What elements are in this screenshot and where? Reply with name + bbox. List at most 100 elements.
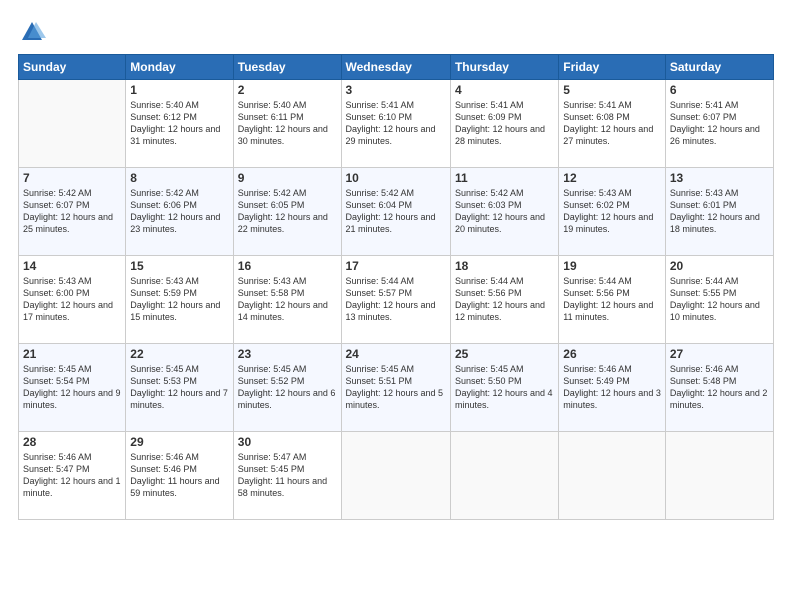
day-number: 23 xyxy=(238,347,337,361)
cell-info: Sunrise: 5:43 AM Sunset: 5:59 PM Dayligh… xyxy=(130,275,228,324)
day-number: 13 xyxy=(670,171,769,185)
calendar-cell: 30Sunrise: 5:47 AM Sunset: 5:45 PM Dayli… xyxy=(233,432,341,520)
calendar-cell: 21 Sunrise: 5:45 AM Sunset: 5:54 PM Dayli… xyxy=(19,344,126,432)
cell-content: 2Sunrise: 5:40 AM Sunset: 6:11 PM Daylig… xyxy=(238,83,337,148)
cell-content: 18 Sunrise: 5:44 AM Sunset: 5:56 PM Dayli… xyxy=(455,259,554,324)
header-day-thursday: Thursday xyxy=(450,55,558,80)
cell-info: Sunrise: 5:43 AM Sunset: 5:58 PM Dayligh… xyxy=(238,275,337,324)
calendar-cell: 11Sunrise: 5:42 AM Sunset: 6:03 PM Dayli… xyxy=(450,168,558,256)
header-day-friday: Friday xyxy=(559,55,666,80)
cell-info: Sunrise: 5:46 AM Sunset: 5:47 PM Dayligh… xyxy=(23,451,121,500)
cell-content: 20Sunrise: 5:44 AM Sunset: 5:55 PM Dayli… xyxy=(670,259,769,324)
cell-content: 5 Sunrise: 5:41 AM Sunset: 6:08 PM Daylig… xyxy=(563,83,661,148)
calendar-cell: 13Sunrise: 5:43 AM Sunset: 6:01 PM Dayli… xyxy=(665,168,773,256)
calendar-cell: 23 Sunrise: 5:45 AM Sunset: 5:52 PM Dayli… xyxy=(233,344,341,432)
calendar-cell xyxy=(341,432,450,520)
day-number: 15 xyxy=(130,259,228,273)
day-number: 22 xyxy=(130,347,228,361)
cell-info: Sunrise: 5:45 AM Sunset: 5:51 PM Dayligh… xyxy=(346,363,446,412)
calendar: SundayMondayTuesdayWednesdayThursdayFrid… xyxy=(18,54,774,520)
day-number: 11 xyxy=(455,171,554,185)
cell-content: 27 Sunrise: 5:46 AM Sunset: 5:48 PM Dayli… xyxy=(670,347,769,412)
day-number: 8 xyxy=(130,171,228,185)
calendar-cell: 19Sunrise: 5:44 AM Sunset: 5:56 PM Dayli… xyxy=(559,256,666,344)
cell-content: 21 Sunrise: 5:45 AM Sunset: 5:54 PM Dayli… xyxy=(23,347,121,412)
calendar-cell: 10Sunrise: 5:42 AM Sunset: 6:04 PM Dayli… xyxy=(341,168,450,256)
day-number: 27 xyxy=(670,347,769,361)
header-day-tuesday: Tuesday xyxy=(233,55,341,80)
calendar-cell: 25Sunrise: 5:45 AM Sunset: 5:50 PM Dayli… xyxy=(450,344,558,432)
cell-content: 13Sunrise: 5:43 AM Sunset: 6:01 PM Dayli… xyxy=(670,171,769,236)
cell-info: Sunrise: 5:45 AM Sunset: 5:53 PM Dayligh… xyxy=(130,363,228,412)
cell-info: Sunrise: 5:41 AM Sunset: 6:09 PM Dayligh… xyxy=(455,99,554,148)
cell-info: Sunrise: 5:43 AM Sunset: 6:02 PM Dayligh… xyxy=(563,187,661,236)
cell-info: Sunrise: 5:41 AM Sunset: 6:08 PM Dayligh… xyxy=(563,99,661,148)
cell-info: Sunrise: 5:41 AM Sunset: 6:10 PM Dayligh… xyxy=(346,99,446,148)
calendar-cell: 20Sunrise: 5:44 AM Sunset: 5:55 PM Dayli… xyxy=(665,256,773,344)
calendar-cell: 26Sunrise: 5:46 AM Sunset: 5:49 PM Dayli… xyxy=(559,344,666,432)
calendar-cell: 22 Sunrise: 5:45 AM Sunset: 5:53 PM Dayli… xyxy=(126,344,233,432)
page: SundayMondayTuesdayWednesdayThursdayFrid… xyxy=(0,0,792,612)
calendar-cell: 9 Sunrise: 5:42 AM Sunset: 6:05 PM Daylig… xyxy=(233,168,341,256)
day-number: 5 xyxy=(563,83,661,97)
day-number: 7 xyxy=(23,171,121,185)
calendar-cell: 17Sunrise: 5:44 AM Sunset: 5:57 PM Dayli… xyxy=(341,256,450,344)
cell-content: 16 Sunrise: 5:43 AM Sunset: 5:58 PM Dayli… xyxy=(238,259,337,324)
cell-info: Sunrise: 5:45 AM Sunset: 5:54 PM Dayligh… xyxy=(23,363,121,412)
calendar-cell: 15 Sunrise: 5:43 AM Sunset: 5:59 PM Dayli… xyxy=(126,256,233,344)
day-number: 1 xyxy=(130,83,228,97)
cell-info: Sunrise: 5:44 AM Sunset: 5:55 PM Dayligh… xyxy=(670,275,769,324)
calendar-cell: 16 Sunrise: 5:43 AM Sunset: 5:58 PM Dayli… xyxy=(233,256,341,344)
calendar-cell: 1Sunrise: 5:40 AM Sunset: 6:12 PM Daylig… xyxy=(126,80,233,168)
calendar-cell: 29Sunrise: 5:46 AM Sunset: 5:46 PM Dayli… xyxy=(126,432,233,520)
cell-info: Sunrise: 5:47 AM Sunset: 5:45 PM Dayligh… xyxy=(238,451,337,500)
cell-content: 12Sunrise: 5:43 AM Sunset: 6:02 PM Dayli… xyxy=(563,171,661,236)
header-day-monday: Monday xyxy=(126,55,233,80)
calendar-cell: 3 Sunrise: 5:41 AM Sunset: 6:10 PM Daylig… xyxy=(341,80,450,168)
logo-icon xyxy=(18,18,46,46)
header-day-sunday: Sunday xyxy=(19,55,126,80)
day-number: 16 xyxy=(238,259,337,273)
calendar-cell xyxy=(665,432,773,520)
cell-content: 14Sunrise: 5:43 AM Sunset: 6:00 PM Dayli… xyxy=(23,259,121,324)
calendar-cell: 28Sunrise: 5:46 AM Sunset: 5:47 PM Dayli… xyxy=(19,432,126,520)
day-number: 18 xyxy=(455,259,554,273)
calendar-header-row: SundayMondayTuesdayWednesdayThursdayFrid… xyxy=(19,55,774,80)
calendar-cell: 27 Sunrise: 5:46 AM Sunset: 5:48 PM Dayli… xyxy=(665,344,773,432)
cell-info: Sunrise: 5:42 AM Sunset: 6:05 PM Dayligh… xyxy=(238,187,337,236)
calendar-cell: 8 Sunrise: 5:42 AM Sunset: 6:06 PM Daylig… xyxy=(126,168,233,256)
cell-content: 8 Sunrise: 5:42 AM Sunset: 6:06 PM Daylig… xyxy=(130,171,228,236)
day-number: 26 xyxy=(563,347,661,361)
cell-content: 30Sunrise: 5:47 AM Sunset: 5:45 PM Dayli… xyxy=(238,435,337,500)
cell-content: 29Sunrise: 5:46 AM Sunset: 5:46 PM Dayli… xyxy=(130,435,228,500)
day-number: 21 xyxy=(23,347,121,361)
calendar-cell xyxy=(19,80,126,168)
cell-info: Sunrise: 5:44 AM Sunset: 5:57 PM Dayligh… xyxy=(346,275,446,324)
cell-content: 19Sunrise: 5:44 AM Sunset: 5:56 PM Dayli… xyxy=(563,259,661,324)
cell-info: Sunrise: 5:46 AM Sunset: 5:48 PM Dayligh… xyxy=(670,363,769,412)
day-number: 9 xyxy=(238,171,337,185)
cell-info: Sunrise: 5:44 AM Sunset: 5:56 PM Dayligh… xyxy=(455,275,554,324)
cell-info: Sunrise: 5:44 AM Sunset: 5:56 PM Dayligh… xyxy=(563,275,661,324)
cell-info: Sunrise: 5:41 AM Sunset: 6:07 PM Dayligh… xyxy=(670,99,769,148)
cell-info: Sunrise: 5:45 AM Sunset: 5:50 PM Dayligh… xyxy=(455,363,554,412)
cell-content: 10Sunrise: 5:42 AM Sunset: 6:04 PM Dayli… xyxy=(346,171,446,236)
cell-content: 25Sunrise: 5:45 AM Sunset: 5:50 PM Dayli… xyxy=(455,347,554,412)
cell-info: Sunrise: 5:45 AM Sunset: 5:52 PM Dayligh… xyxy=(238,363,337,412)
calendar-cell: 7Sunrise: 5:42 AM Sunset: 6:07 PM Daylig… xyxy=(19,168,126,256)
calendar-cell xyxy=(450,432,558,520)
day-number: 14 xyxy=(23,259,121,273)
week-row-4: 21 Sunrise: 5:45 AM Sunset: 5:54 PM Dayli… xyxy=(19,344,774,432)
week-row-1: 1Sunrise: 5:40 AM Sunset: 6:12 PM Daylig… xyxy=(19,80,774,168)
calendar-cell: 14Sunrise: 5:43 AM Sunset: 6:00 PM Dayli… xyxy=(19,256,126,344)
cell-content: 1Sunrise: 5:40 AM Sunset: 6:12 PM Daylig… xyxy=(130,83,228,148)
header-day-saturday: Saturday xyxy=(665,55,773,80)
cell-content: 4Sunrise: 5:41 AM Sunset: 6:09 PM Daylig… xyxy=(455,83,554,148)
calendar-cell: 24Sunrise: 5:45 AM Sunset: 5:51 PM Dayli… xyxy=(341,344,450,432)
day-number: 6 xyxy=(670,83,769,97)
calendar-cell: 2Sunrise: 5:40 AM Sunset: 6:11 PM Daylig… xyxy=(233,80,341,168)
cell-info: Sunrise: 5:42 AM Sunset: 6:06 PM Dayligh… xyxy=(130,187,228,236)
day-number: 2 xyxy=(238,83,337,97)
calendar-cell: 5 Sunrise: 5:41 AM Sunset: 6:08 PM Daylig… xyxy=(559,80,666,168)
day-number: 3 xyxy=(346,83,446,97)
